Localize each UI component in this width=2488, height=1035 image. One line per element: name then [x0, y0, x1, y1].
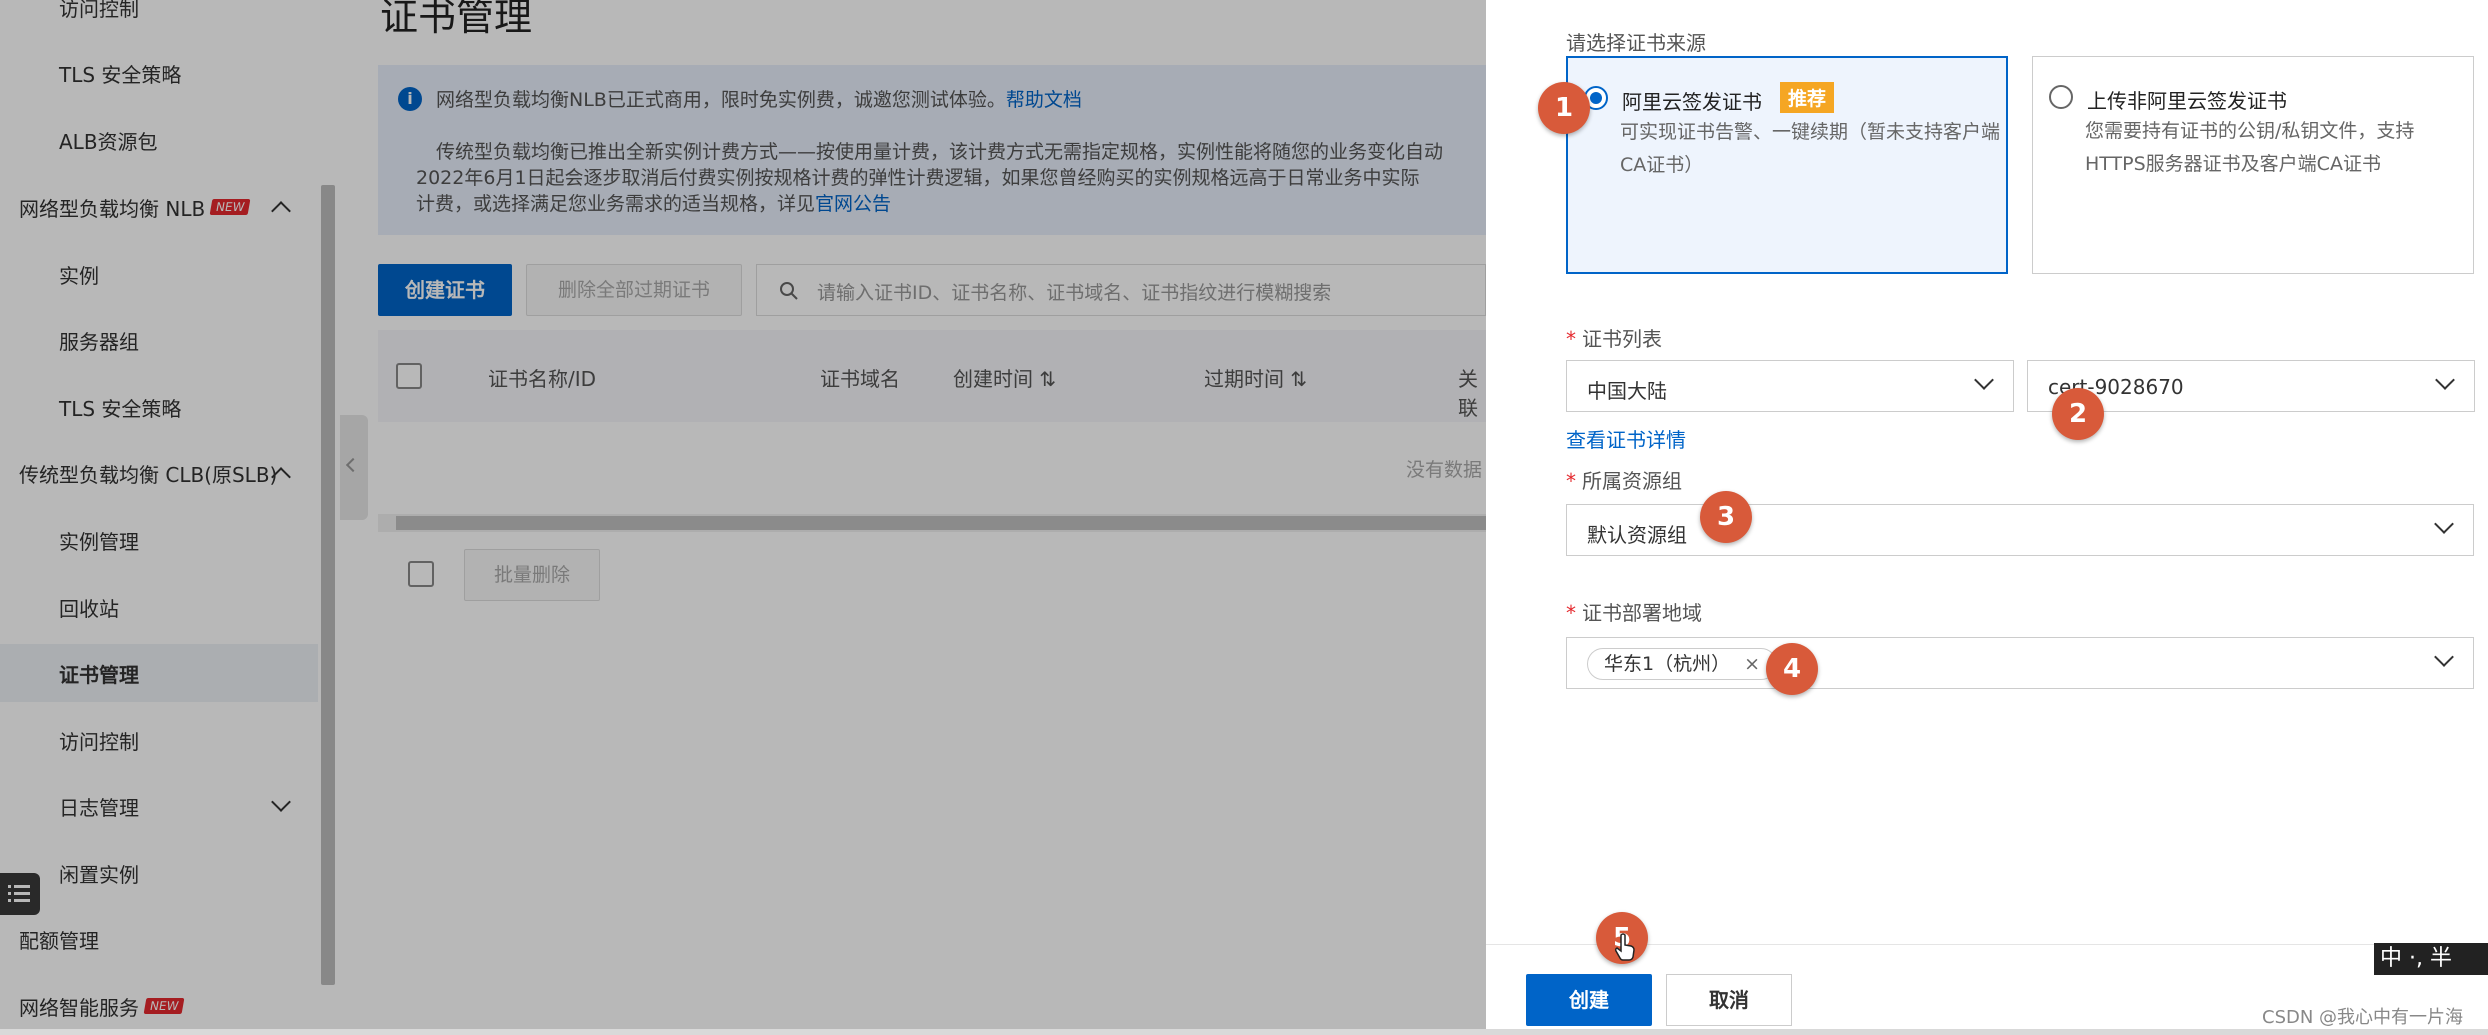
- region-select[interactable]: 中国大陆: [1566, 360, 2014, 412]
- option-description: 您需要持有证书的公钥/私钥文件，支持HTTPS服务器证书及客户端CA证书: [2085, 120, 2415, 175]
- source-label: 请选择证书来源: [1566, 31, 1706, 55]
- cancel-button[interactable]: 取消: [1666, 974, 1792, 1026]
- region-tag[interactable]: 华东1（杭州） ×: [1587, 648, 1778, 680]
- resource-group-value: 默认资源组: [1587, 523, 1687, 547]
- recommend-badge: 推荐: [1780, 82, 1835, 113]
- step-marker-1: 1: [1538, 82, 1590, 134]
- resource-group-label: * 所属资源组: [1566, 469, 1682, 493]
- option-description: 可实现证书告警、一键续期（暂未支持客户端CA证书）: [1620, 121, 2001, 176]
- option-title: 阿里云签发证书: [1622, 90, 1762, 114]
- region-value: 中国大陆: [1587, 379, 1667, 403]
- create-button[interactable]: 创建: [1526, 974, 1652, 1026]
- deploy-region-label: * 证书部署地域: [1566, 601, 1702, 625]
- view-certificate-details-link[interactable]: 查看证书详情: [1566, 424, 1686, 453]
- hand-cursor-icon: [1614, 933, 1635, 961]
- step-marker-2: 2: [2052, 388, 2104, 440]
- option-title: 上传非阿里云签发证书: [2087, 89, 2287, 113]
- tag-close-icon[interactable]: ×: [1744, 653, 1760, 675]
- watermark: CSDN @我心中有一片海: [2262, 1007, 2464, 1028]
- chevron-down-icon: [2434, 514, 2454, 534]
- screen: 访问控制 TLS 安全策略 ALB资源包 网络型负载均衡 NLB NEW 实例 服…: [0, 0, 2488, 1035]
- chevron-down-icon: [2435, 370, 2455, 390]
- step-marker-4: 4: [1766, 643, 1818, 695]
- modal-backdrop[interactable]: [0, 0, 1486, 1030]
- create-certificate-drawer: 请选择证书来源 阿里云签发证书 推荐 可实现证书告警、一键续期（暂未支持客户端C…: [1486, 0, 2488, 1030]
- chevron-down-icon: [2434, 647, 2454, 667]
- cert-list-label: * 证书列表: [1566, 327, 1662, 351]
- chevron-down-icon: [1974, 370, 1994, 390]
- step-marker-3: 3: [1700, 491, 1752, 543]
- source-option-aliyun[interactable]: 阿里云签发证书 推荐 可实现证书告警、一键续期（暂未支持客户端CA证书）: [1566, 56, 2008, 274]
- source-option-upload[interactable]: 上传非阿里云签发证书 您需要持有证书的公钥/私钥文件，支持HTTPS服务器证书及…: [2032, 56, 2474, 274]
- window-bottom-edge: [0, 1029, 2488, 1035]
- ime-indicator: 中 ·, 半: [2374, 943, 2488, 975]
- radio-upload[interactable]: [2049, 85, 2073, 109]
- deploy-region-select[interactable]: 华东1（杭州） ×: [1566, 637, 2474, 689]
